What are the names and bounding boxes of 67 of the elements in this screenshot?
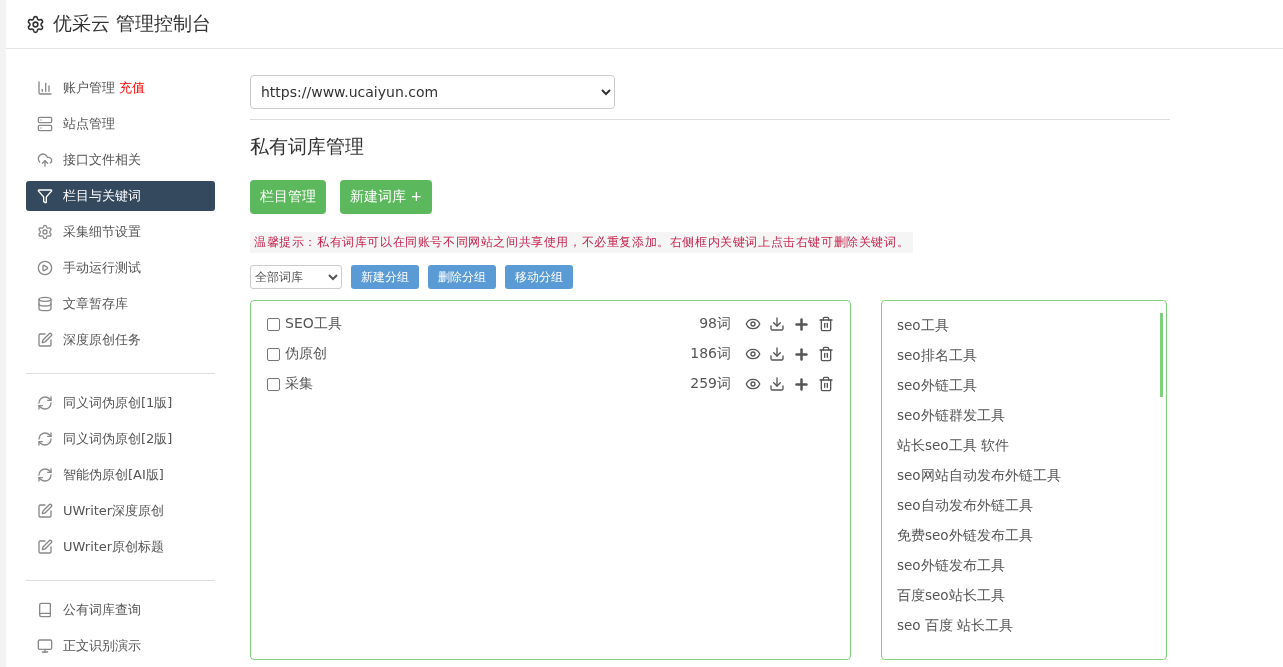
database-icon: [37, 296, 53, 312]
keyword-item[interactable]: 百度seo站长工具: [897, 581, 1151, 611]
sidebar-item[interactable]: 栏目与关键词: [26, 181, 215, 211]
scrollbar[interactable]: [1160, 313, 1163, 397]
keyword-item[interactable]: seo外链工具: [897, 371, 1151, 401]
refresh-icon: [37, 467, 53, 483]
download-icon[interactable]: [769, 315, 785, 332]
word-count: 98词: [699, 315, 731, 333]
library-filter-select[interactable]: 全部词库: [250, 265, 342, 289]
word-count: 186词: [690, 345, 731, 363]
gear-icon: [37, 224, 53, 240]
edit-icon: [37, 539, 53, 555]
trash-icon[interactable]: [818, 315, 834, 332]
library-name: 伪原创: [285, 345, 327, 363]
keyword-item[interactable]: 免费seo外链发布工具: [897, 521, 1151, 551]
edit-icon: [37, 503, 53, 519]
keyword-item[interactable]: seo网站自动发布外链工具: [897, 461, 1151, 491]
library-name: SEO工具: [285, 315, 342, 333]
download-icon[interactable]: [769, 375, 785, 392]
sidebar-item[interactable]: 深度原创任务: [26, 325, 215, 355]
sidebar-item[interactable]: 接口文件相关: [26, 145, 215, 175]
monitor-icon: [37, 638, 53, 654]
sidebar-item[interactable]: 文章暂存库: [26, 289, 215, 319]
plus-icon[interactable]: [793, 375, 810, 393]
sidebar-item[interactable]: 同义词伪原创[1版]: [26, 388, 215, 418]
plus-icon[interactable]: [793, 345, 810, 363]
library-name: 采集: [285, 375, 313, 393]
keyword-item[interactable]: 站长seo工具 软件: [897, 431, 1151, 461]
refresh-icon: [37, 395, 53, 411]
cloud-upload-icon: [37, 152, 53, 168]
window-title: 优采云 管理控制台: [53, 11, 212, 36]
settings-icon: [26, 14, 45, 34]
keyword-item[interactable]: seo工具: [897, 311, 1151, 341]
server-icon: [37, 116, 53, 132]
sidebar-item[interactable]: 采集细节设置: [26, 217, 215, 247]
section-title: 私有词库管理: [250, 134, 365, 159]
keyword-item[interactable]: seo外链发布工具: [897, 551, 1151, 581]
checkbox[interactable]: [267, 377, 280, 391]
site-select[interactable]: https://www.ucaiyun.com: [250, 75, 615, 109]
checkbox[interactable]: [267, 347, 280, 361]
sidebar-item[interactable]: 智能伪原创[AI版]: [26, 460, 215, 490]
play-icon: [37, 260, 53, 276]
keyword-item[interactable]: seo排名工具: [897, 341, 1151, 371]
keyword-item[interactable]: seo自动发布外链工具: [897, 491, 1151, 521]
download-icon[interactable]: [769, 345, 785, 362]
book-icon: [37, 602, 53, 618]
sidebar-item[interactable]: 正文识别演示: [26, 631, 215, 661]
sidebar-item[interactable]: 手动运行测试: [26, 253, 215, 283]
sidebar-item[interactable]: UWriter深度原创: [26, 496, 215, 526]
plus-icon[interactable]: [793, 315, 810, 333]
sidebar-item[interactable]: UWriter原创标题: [26, 532, 215, 562]
tip-text: 温馨提示：私有词库可以在同账号不同网站之间共享使用，不必重复添加。右侧框内关键词上点击右键可删除关键词。: [250, 232, 914, 253]
sidebar-item[interactable]: 账户管理 充值: [26, 73, 215, 103]
trash-icon[interactable]: [818, 345, 834, 362]
sidebar-item[interactable]: 同义词伪原创[2版]: [26, 424, 215, 454]
keyword-item[interactable]: seo 百度 站长工具: [897, 611, 1151, 641]
bar-chart-icon: [37, 80, 53, 96]
filter-icon: [37, 188, 53, 204]
trash-icon[interactable]: [818, 375, 834, 392]
edit-icon: [37, 332, 53, 348]
word-count: 259词: [690, 375, 731, 393]
keyword-item[interactable]: seo外链群发工具: [897, 401, 1151, 431]
sidebar-item[interactable]: 站点管理: [26, 109, 215, 139]
recharge-link[interactable]: 充值: [119, 79, 145, 97]
checkbox[interactable]: [267, 317, 280, 331]
refresh-icon: [37, 431, 53, 447]
sidebar-item[interactable]: 公有词库查询: [26, 595, 215, 625]
